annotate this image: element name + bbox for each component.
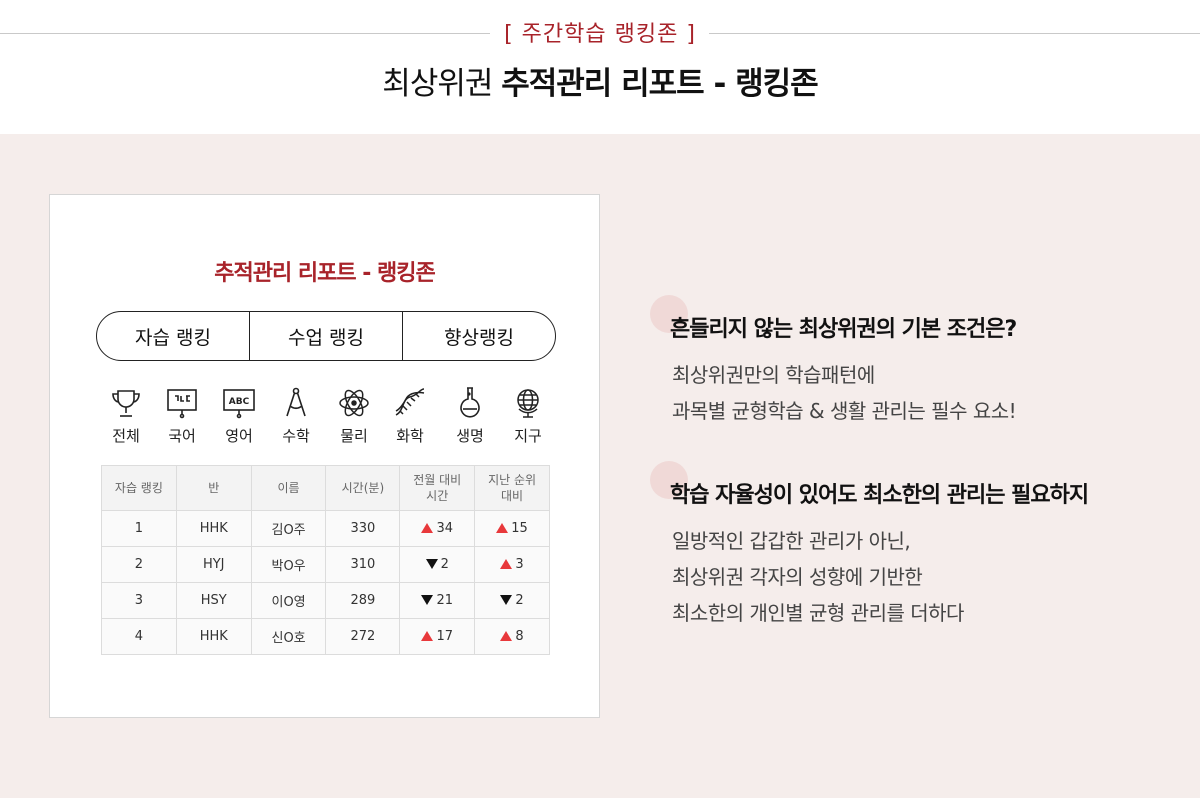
cell-time: 289 (325, 582, 401, 619)
cell-rank-diff: 8 (474, 618, 550, 655)
atom-icon (339, 389, 369, 417)
cell-rank-diff: 15 (474, 510, 550, 547)
up-arrow-icon (421, 523, 434, 533)
col-header-name: 이름 (250, 465, 327, 511)
page-title: 최상위권 추적관리 리포트 - 랭킹존 (0, 58, 1200, 103)
korean-board-icon (167, 389, 197, 419)
trophy-icon (112, 390, 140, 417)
subject-math[interactable]: 수학 (266, 385, 326, 446)
up-arrow-icon (421, 631, 434, 641)
cell-month-diff: 17 (399, 618, 476, 655)
up-arrow-icon (500, 631, 513, 641)
col-header-class: 반 (175, 465, 252, 511)
table-row: 3 HSY 이O영 289 21 2 (101, 582, 550, 619)
table-row: 4 HHK 신O호 272 17 8 (101, 618, 550, 655)
subject-biology[interactable]: 생명 (440, 385, 500, 446)
tab-improvement-ranking[interactable]: 향상랭킹 (402, 312, 555, 360)
subject-earth-science[interactable]: 지구 (498, 385, 558, 446)
subject-chemistry[interactable]: 화학 (380, 385, 440, 446)
feature-title: 흔들리지 않는 최상위권의 기본 조건은? (670, 317, 1017, 342)
ranking-report-card: 추적관리 리포트 - 랭킹존 자습 랭킹 수업 랭킹 향상랭킹 전체 국어 AB… (49, 194, 600, 718)
cell-month-diff: 2 (399, 546, 476, 583)
cell-rank: 2 (101, 546, 177, 583)
up-arrow-icon (500, 559, 513, 569)
cell-class: HHK (175, 510, 252, 547)
subject-all[interactable]: 전체 (96, 385, 156, 446)
cell-class: HHK (175, 618, 252, 655)
table-header-row: 자습 랭킹 반 이름 시간(분) 전월 대비 시간 지난 순위 대비 (101, 465, 550, 511)
cell-rank: 3 (101, 582, 177, 619)
tab-self-study-ranking[interactable]: 자습 랭킹 (97, 312, 249, 360)
cell-rank-diff: 2 (474, 582, 550, 619)
globe-icon (517, 389, 539, 418)
ranking-tabs: 자습 랭킹 수업 랭킹 향상랭킹 (96, 311, 556, 361)
page-header: [ 주간학습 랭킹존 ] 최상위권 추적관리 리포트 - 랭킹존 (0, 0, 1200, 134)
cell-month-diff: 34 (399, 510, 476, 547)
col-header-time: 시간(분) (325, 465, 401, 511)
cell-time: 330 (325, 510, 401, 547)
abc-board-icon: ABC (223, 389, 255, 419)
tab-class-ranking[interactable]: 수업 랭킹 (249, 312, 402, 360)
cell-month-diff: 21 (399, 582, 476, 619)
cell-name: 신O호 (250, 618, 327, 655)
dna-icon (395, 388, 425, 416)
feature-point-2: 학습 자율성이 있어도 최소한의 관리는 필요하지 일방적인 갑갑한 관리가 아… (650, 461, 1170, 631)
cell-rank: 1 (101, 510, 177, 547)
cell-rank: 4 (101, 618, 177, 655)
down-arrow-icon (500, 595, 513, 605)
cell-time: 310 (325, 546, 401, 583)
cell-time: 272 (325, 618, 401, 655)
down-arrow-icon (421, 595, 434, 605)
col-header-month-diff: 전월 대비 시간 (399, 465, 476, 511)
subject-korean[interactable]: 국어 (152, 385, 212, 446)
card-title: 추적관리 리포트 - 랭킹존 (214, 261, 436, 286)
cell-name: 김O주 (250, 510, 327, 547)
section-eyebrow: [ 주간학습 랭킹존 ] (504, 22, 696, 47)
ranking-table: 자습 랭킹 반 이름 시간(분) 전월 대비 시간 지난 순위 대비 1 HHK… (101, 465, 550, 655)
flask-icon (460, 387, 480, 418)
compass-icon (286, 387, 306, 417)
feature-point-1: 흔들리지 않는 최상위권의 기본 조건은? 최상위권만의 학습패턴에 과목별 균… (650, 295, 1170, 429)
cell-name: 박O우 (250, 546, 327, 583)
page-title-light: 최상위권 (382, 66, 493, 102)
cell-class: HYJ (175, 546, 252, 583)
table-row: 1 HHK 김O주 330 34 15 (101, 510, 550, 547)
down-arrow-icon (425, 559, 438, 569)
cell-class: HSY (175, 582, 252, 619)
subject-english[interactable]: ABC 영어 (209, 385, 269, 446)
table-row: 2 HYJ 박O우 310 2 3 (101, 546, 550, 583)
feature-description: 최상위권만의 학습패턴에 과목별 균형학습 & 생활 관리는 필수 요소! (672, 363, 1017, 423)
up-arrow-icon (496, 523, 509, 533)
page-title-bold: 추적관리 리포트 - 랭킹존 (501, 66, 818, 102)
svg-text:ABC: ABC (229, 397, 250, 407)
cell-rank-diff: 3 (474, 546, 550, 583)
subject-physics[interactable]: 물리 (324, 385, 384, 446)
subject-filter: 전체 국어 ABC 영어 수학 물리 화학 생명 지구 (98, 385, 568, 447)
cell-name: 이O영 (250, 582, 327, 619)
feature-title: 학습 자율성이 있어도 최소한의 관리는 필요하지 (670, 483, 1089, 508)
col-header-rank: 자습 랭킹 (101, 465, 177, 511)
col-header-rank-diff: 지난 순위 대비 (474, 465, 550, 511)
feature-description: 일방적인 갑갑한 관리가 아닌, 최상위권 각자의 성향에 기반한 최소한의 개… (672, 529, 964, 625)
